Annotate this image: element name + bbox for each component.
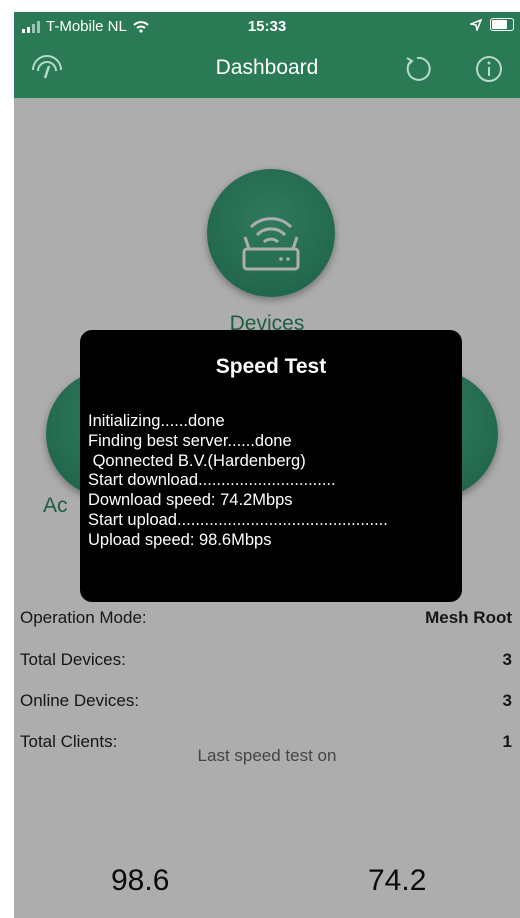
info-icon[interactable] bbox=[474, 54, 504, 84]
status-time: 15:33 bbox=[247, 18, 287, 35]
log-line: Start download..........................… bbox=[88, 471, 336, 490]
app-screen: T-Mobile NL 15:33 Dashboard Devices Ac O… bbox=[14, 12, 520, 918]
nav-bar: Dashboard bbox=[14, 40, 520, 98]
page-title: Dashboard bbox=[215, 56, 319, 79]
log-line: Upload speed: 98.6Mbps bbox=[88, 530, 272, 549]
log-line: Initializing......done bbox=[88, 412, 225, 430]
speed-test-log: Initializing......done Finding best serve… bbox=[88, 412, 388, 551]
log-line: Start upload............................… bbox=[88, 510, 388, 529]
status-right-group bbox=[470, 18, 514, 31]
log-line: Qonnected B.V.(Hardenberg) bbox=[88, 451, 306, 470]
log-line: Download speed: 74.2Mbps bbox=[88, 491, 293, 510]
log-line: Finding best server......done bbox=[88, 431, 292, 450]
dialog-title: Speed Test bbox=[215, 355, 327, 378]
battery-icon bbox=[490, 18, 514, 31]
location-arrow-icon bbox=[470, 18, 482, 31]
speed-test-dialog: Speed Test Initializing......done Finding… bbox=[80, 330, 462, 602]
status-bar: T-Mobile NL 15:33 bbox=[14, 12, 520, 40]
refresh-icon[interactable] bbox=[402, 54, 432, 84]
